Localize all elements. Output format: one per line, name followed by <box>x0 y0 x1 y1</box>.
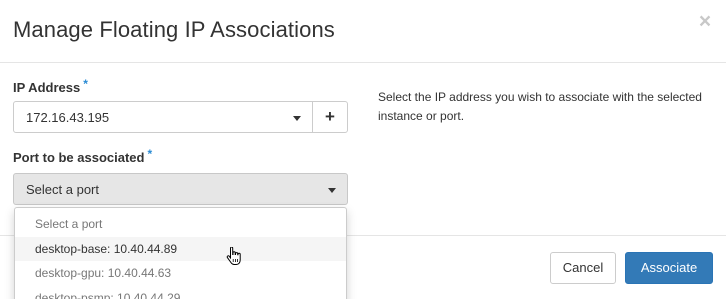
ip-address-input-group: 172.16.43.195 + <box>13 101 348 133</box>
required-mark: * <box>83 77 88 91</box>
port-option-placeholder[interactable]: Select a port <box>15 212 346 236</box>
port-option[interactable]: desktop-psmp: 10.40.44.29 <box>15 286 346 299</box>
port-select[interactable]: Select a port <box>13 173 348 205</box>
port-label-text: Port to be associated <box>13 150 145 165</box>
port-option[interactable]: desktop-gpu: 10.40.44.63 <box>15 261 346 285</box>
port-option[interactable]: desktop-base: 10.40.44.89 <box>15 237 346 261</box>
modal-header: Manage Floating IP Associations × <box>0 0 726 63</box>
help-text: Select the IP address you wish to associ… <box>378 90 702 123</box>
caret-down-icon <box>328 188 336 193</box>
ip-address-label: IP Address * <box>13 77 88 95</box>
modal-title: Manage Floating IP Associations <box>13 17 335 42</box>
hand-pointer-cursor-icon <box>226 247 241 265</box>
ip-address-value: 172.16.43.195 <box>26 110 110 125</box>
port-select-value: Select a port <box>26 182 99 197</box>
port-dropdown-menu: Select a port desktop-base: 10.40.44.89 … <box>14 207 347 299</box>
plus-icon: + <box>325 107 335 126</box>
close-icon[interactable]: × <box>696 11 714 32</box>
cancel-button[interactable]: Cancel <box>550 252 616 284</box>
ip-address-select[interactable]: 172.16.43.195 <box>13 101 313 133</box>
ip-address-label-text: IP Address <box>13 80 81 95</box>
port-label: Port to be associated * <box>13 147 153 165</box>
allocate-ip-button[interactable]: + <box>312 101 348 133</box>
required-mark: * <box>147 147 153 161</box>
caret-down-icon <box>293 116 301 121</box>
associate-button[interactable]: Associate <box>625 252 713 284</box>
